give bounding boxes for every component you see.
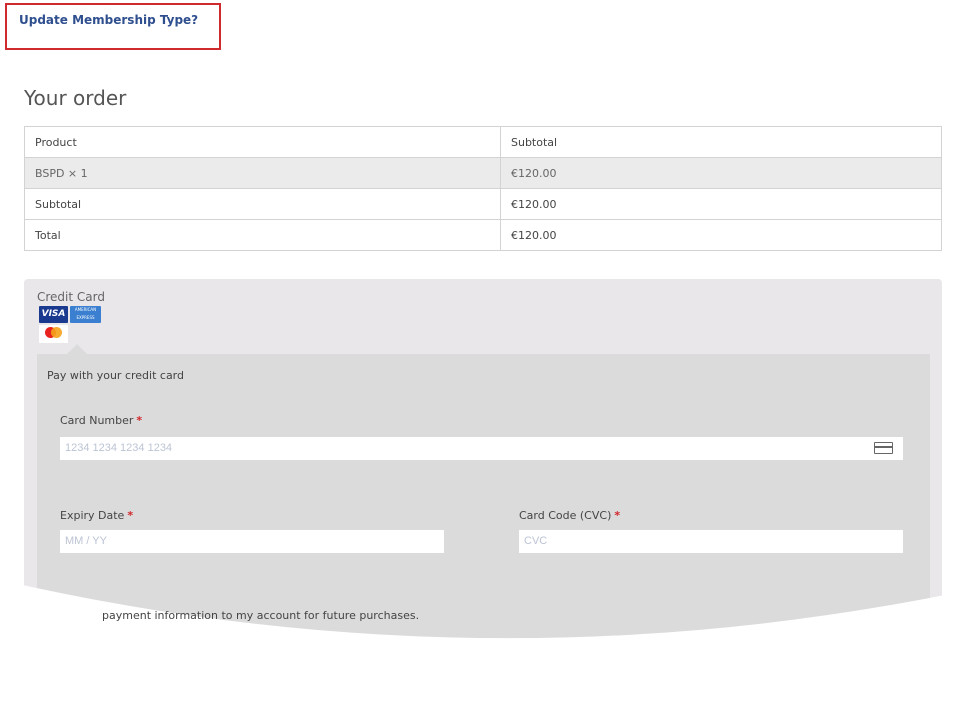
subtotal-value: €120.00 [500,188,942,220]
card-code-input[interactable]: CVC [519,530,903,553]
card-number-input[interactable]: 1234 1234 1234 1234 [60,437,903,460]
expiry-placeholder: MM / YY [65,535,107,547]
table-row: BSPD × 1 €120.00 [24,157,942,189]
payment-box: Credit Card VISA AMERICAN EXPRESS Pay wi… [24,279,942,659]
visa-icon: VISA [39,306,68,323]
cvc-placeholder: CVC [524,535,548,547]
payment-fields-panel: Pay with your credit card Card Number * 1… [37,344,930,644]
required-marker: * [614,509,621,522]
column-header-product: Product [24,126,501,158]
expiry-date-label: Expiry Date * [60,509,134,522]
total-value: €120.00 [500,219,942,251]
mastercard-icon [39,325,68,343]
table-row: Subtotal €120.00 [24,188,942,220]
order-review-table: Product Subtotal BSPD × 1 €120.00 Subtot… [24,126,942,251]
amex-icon: AMERICAN EXPRESS [70,306,101,323]
card-number-label: Card Number * [60,414,143,427]
update-membership-link[interactable]: Update Membership Type? [19,13,198,27]
card-code-label: Card Code (CVC) * [519,509,621,522]
card-number-placeholder: 1234 1234 1234 1234 [65,442,173,454]
required-marker: * [136,414,143,427]
required-marker: * [127,509,134,522]
subtotal-label: Subtotal [24,188,501,220]
save-payment-info-text: payment information to my account for fu… [102,609,420,622]
expiry-date-input[interactable]: MM / YY [60,530,444,553]
cart-item-name: BSPD × 1 [24,157,501,189]
table-row: Total €120.00 [24,219,942,251]
panel-pointer [67,344,87,354]
your-order-heading: Your order [24,86,127,110]
total-label: Total [24,219,501,251]
payment-description: Pay with your credit card [47,369,184,382]
payment-method-label[interactable]: Credit Card [37,290,105,304]
table-header-row: Product Subtotal [24,126,942,158]
column-header-subtotal: Subtotal [500,126,942,158]
cart-item-total: €120.00 [500,157,942,189]
credit-card-icon [874,442,893,454]
